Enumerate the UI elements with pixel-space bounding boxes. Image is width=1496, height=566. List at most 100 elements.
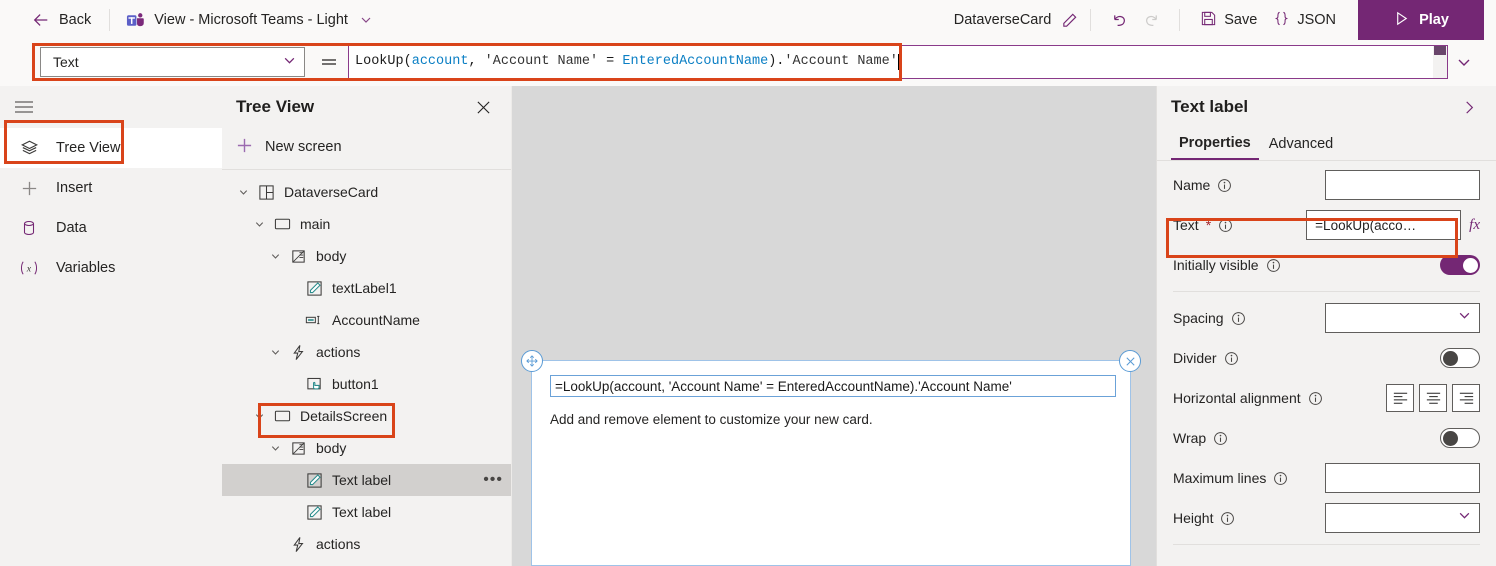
dropdown[interactable]	[1325, 303, 1480, 333]
align-right-icon[interactable]	[1452, 384, 1480, 412]
hamburger-menu-icon[interactable]	[2, 86, 46, 128]
card-content: =LookUp(account, 'Account Name' = Entere…	[532, 361, 1130, 427]
move-four-arrows-icon[interactable]	[521, 350, 543, 372]
info-circle-icon[interactable]	[1308, 391, 1323, 406]
formula-expand-chevron-down-icon[interactable]	[1452, 52, 1476, 74]
tree-view-panel: Tree View New screen DataverseCard main bo…	[222, 86, 512, 566]
info-circle-icon[interactable]	[1220, 511, 1235, 526]
formula-scrollbar[interactable]	[1433, 46, 1447, 78]
chevron-down-icon[interactable]	[236, 185, 250, 199]
tree-node-more-icon[interactable]: •••	[483, 471, 503, 489]
text-input[interactable]: =LookUp(acco…	[1306, 210, 1462, 240]
pencil-icon[interactable]	[1061, 12, 1078, 29]
tree-node[interactable]: actions	[222, 528, 511, 560]
formula-scrollbar-thumb[interactable]	[1434, 46, 1446, 55]
property-row-maximum-lines: Maximum lines	[1157, 458, 1496, 498]
info-circle-icon[interactable]	[1273, 471, 1288, 486]
tree-node[interactable]: actions	[222, 336, 511, 368]
property-row-wrap: Wrap	[1157, 418, 1496, 458]
tree-node[interactable]: body	[222, 240, 511, 272]
app-title-dropdown[interactable]: View - Microsoft Teams - Light	[122, 4, 376, 36]
property-label-text: Text	[1173, 217, 1199, 233]
close-circle-icon[interactable]	[1119, 350, 1141, 372]
tree-node[interactable]: DataverseCard	[222, 176, 511, 208]
property-control	[1440, 255, 1480, 275]
property-control	[1440, 348, 1480, 368]
tree-node[interactable]: AccountName	[222, 304, 511, 336]
card-preview[interactable]: =LookUp(account, 'Account Name' = Entere…	[521, 350, 1141, 566]
required-asterisk: *	[1205, 217, 1212, 233]
json-button[interactable]: JSON	[1265, 4, 1344, 36]
tree-node-label: Text label	[332, 472, 392, 488]
play-label: Play	[1419, 12, 1449, 28]
sidebar-item-data[interactable]: Data	[0, 208, 222, 248]
info-circle-icon[interactable]	[1231, 311, 1246, 326]
chevron-down-icon[interactable]	[252, 409, 266, 423]
undo-icon[interactable]	[1103, 4, 1135, 36]
tree-node[interactable]: Text label •••	[222, 464, 511, 496]
toggle-switch[interactable]	[1440, 428, 1480, 448]
tree-node[interactable]: DetailsScreen	[222, 400, 511, 432]
button-click-icon	[304, 374, 324, 394]
tree-node[interactable]: body	[222, 432, 511, 464]
sidebar-item-label: Tree View	[56, 140, 121, 156]
text-input[interactable]	[1325, 170, 1480, 200]
property-label: Height	[1173, 510, 1235, 526]
chevron-down-icon[interactable]	[268, 345, 282, 359]
text-label-icon	[304, 470, 324, 490]
property-row-spacing: Spacing	[1157, 298, 1496, 338]
text-input[interactable]	[1325, 463, 1480, 493]
property-selector-dropdown[interactable]: Text	[40, 47, 305, 77]
toggle-switch[interactable]	[1440, 255, 1480, 275]
formula-input[interactable]: LookUp(account, 'Account Name' = Entered…	[348, 45, 1448, 79]
card-text-field[interactable]: =LookUp(account, 'Account Name' = Entere…	[550, 375, 1116, 397]
info-circle-icon[interactable]	[1224, 351, 1239, 366]
properties-title: Text label	[1171, 97, 1249, 116]
tree-view-header: Tree View	[222, 86, 511, 128]
property-label: Wrap	[1173, 430, 1228, 446]
json-label: JSON	[1297, 12, 1336, 28]
tab-advanced[interactable]: Advanced	[1261, 128, 1342, 160]
tree-node[interactable]: textLabel1	[222, 272, 511, 304]
property-control	[1325, 463, 1480, 493]
chevron-down-icon[interactable]	[252, 217, 266, 231]
close-icon[interactable]	[469, 93, 497, 121]
tree-node[interactable]: button1	[222, 368, 511, 400]
align-center-icon[interactable]	[1419, 384, 1447, 412]
tree-node[interactable]: Text label	[222, 496, 511, 528]
new-screen-button[interactable]: New screen	[222, 128, 511, 166]
fx-formula-icon[interactable]: fx	[1469, 217, 1480, 234]
chevron-down-icon[interactable]	[268, 441, 282, 455]
info-circle-icon[interactable]	[1218, 218, 1233, 233]
formula-token: LookUp(	[355, 54, 412, 69]
play-button[interactable]: Play	[1358, 0, 1484, 40]
svg-text:x: x	[26, 264, 32, 275]
lightning-icon	[288, 534, 308, 554]
tab-label: Advanced	[1268, 136, 1334, 152]
property-label-text: Initially visible	[1173, 257, 1259, 273]
plus-icon	[236, 137, 253, 158]
toggle-switch[interactable]	[1440, 348, 1480, 368]
info-circle-icon[interactable]	[1217, 178, 1232, 193]
power-apps-cards-designer: Back View - Microsoft Teams - Light Data…	[0, 0, 1496, 566]
sidebar-item-tree-view[interactable]: Tree View	[0, 128, 222, 168]
back-button[interactable]: Back	[26, 4, 97, 36]
info-circle-icon[interactable]	[1213, 431, 1228, 446]
property-control: =LookUp(acco… fx	[1306, 210, 1480, 240]
sidebar-item-variables[interactable]: x Variables	[0, 248, 222, 288]
properties-panel: Text label Properties Advanced Name Text *…	[1156, 86, 1496, 566]
align-left-icon[interactable]	[1386, 384, 1414, 412]
chevron-right-icon[interactable]	[1456, 94, 1482, 120]
tab-properties[interactable]: Properties	[1171, 128, 1259, 160]
property-label-text: Horizontal alignment	[1173, 390, 1301, 406]
save-button[interactable]: Save	[1192, 4, 1265, 36]
sidebar-item-label: Insert	[56, 180, 93, 196]
tree-node[interactable]: main	[222, 208, 511, 240]
chevron-down-icon[interactable]	[268, 249, 282, 263]
property-row-text: Text * =LookUp(acco… fx	[1157, 205, 1496, 245]
dropdown[interactable]	[1325, 503, 1480, 533]
info-circle-icon[interactable]	[1266, 258, 1281, 273]
sidebar-item-insert[interactable]: Insert	[0, 168, 222, 208]
property-row-horizontal-alignment: Horizontal alignment	[1157, 378, 1496, 418]
sidebar-item-label: Data	[56, 220, 87, 236]
